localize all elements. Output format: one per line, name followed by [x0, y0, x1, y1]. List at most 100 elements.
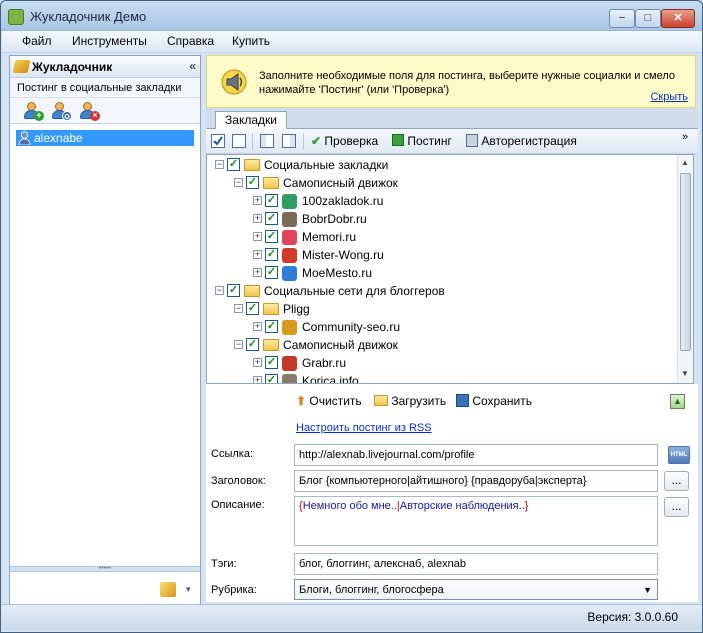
collapse-tree-icon[interactable] — [282, 134, 296, 148]
dropdown-arrow-icon[interactable]: ▾ — [186, 584, 191, 595]
tree-scrollbar[interactable]: ▲ ▼ — [677, 155, 693, 383]
description-more-button[interactable]: ... — [664, 497, 689, 517]
title-input[interactable]: Блог {компьютерного|айтишного} {правдору… — [294, 470, 658, 492]
save-button[interactable]: Сохранить — [456, 394, 532, 408]
save-button-label: Сохранить — [472, 394, 532, 408]
tree-expander[interactable]: + — [253, 214, 262, 223]
tree-expander[interactable]: + — [253, 232, 262, 241]
check-all-icon[interactable] — [211, 134, 225, 148]
maximize-button[interactable]: □ — [635, 9, 661, 28]
tree-checkbox[interactable]: ✓ — [265, 266, 278, 279]
tree-node-label: Memori.ru — [302, 230, 357, 244]
tree-expander[interactable]: − — [215, 286, 224, 295]
tree-node[interactable]: + ✓ Grabr.ru — [207, 354, 677, 372]
tree-node[interactable]: + ✓ BobrDobr.ru — [207, 210, 677, 228]
tree-expander[interactable]: − — [234, 340, 243, 349]
tags-label: Тэги: — [211, 558, 237, 570]
tags-input[interactable]: блог, блоггинг, алекснаб, alexnab — [294, 553, 658, 575]
tree-node[interactable]: − ✓ Социальные сети для блоггеров — [207, 282, 677, 300]
app-icon — [8, 9, 24, 25]
minimize-button[interactable]: − — [609, 9, 635, 28]
tree-node[interactable]: + ✓ Community-seo.ru — [207, 318, 677, 336]
left-panel: Жукладочник « Постинг в социальные закла… — [9, 55, 201, 607]
html-badge-button[interactable]: HTML — [668, 446, 690, 464]
tree-checkbox[interactable]: ✓ — [265, 356, 278, 369]
menu-buy[interactable]: Купить — [232, 34, 270, 48]
uncheck-all-icon[interactable] — [232, 134, 246, 148]
scroll-up-icon[interactable]: ▲ — [681, 158, 689, 167]
load-button[interactable]: Загрузить — [374, 394, 446, 408]
tree-expander[interactable]: + — [253, 196, 262, 205]
title-label: Заголовок: — [211, 475, 266, 487]
list-item[interactable]: alexnabe — [16, 130, 194, 146]
tree-node[interactable]: − ✓ Самописный движок — [207, 336, 677, 354]
tree-node[interactable]: − ✓ Социальные закладки — [207, 156, 677, 174]
tree-node[interactable]: + ✓ Memori.ru — [207, 228, 677, 246]
clear-button-label: Очистить — [309, 394, 362, 408]
add-user-icon[interactable]: + — [22, 102, 44, 121]
scroll-down-icon[interactable]: ▼ — [681, 369, 689, 378]
tree-expander[interactable]: + — [253, 358, 262, 367]
tree-checkbox[interactable]: ✓ — [265, 248, 278, 261]
clear-button[interactable]: ⬆ Очистить — [296, 394, 362, 408]
site-icon — [282, 248, 297, 263]
tree-checkbox[interactable]: ✓ — [246, 176, 259, 189]
tree-node[interactable]: + ✓ Mister-Wong.ru — [207, 246, 677, 264]
pencil-icon — [12, 60, 31, 73]
post-button[interactable]: Постинг — [392, 133, 452, 150]
tree-node[interactable]: − ✓ Pligg — [207, 300, 677, 318]
user-name: alexnabe — [34, 131, 83, 145]
tree-node[interactable]: + ✓ MoeMesto.ru — [207, 264, 677, 282]
collapse-panel-button[interactable]: « — [189, 59, 196, 73]
description-input[interactable]: {Немного обо мне..|Авторские наблюдения.… — [294, 496, 658, 546]
menu-file[interactable]: Файл — [22, 34, 52, 48]
site-icon — [282, 194, 297, 209]
registration-icon — [466, 134, 478, 147]
window-title: Жукладочник Демо — [30, 9, 147, 24]
tree-checkbox[interactable]: ✓ — [227, 158, 240, 171]
toolbar-overflow-button[interactable]: » — [682, 129, 688, 146]
tree-checkbox[interactable]: ✓ — [265, 320, 278, 333]
tree-checkbox[interactable]: ✓ — [265, 374, 278, 383]
app-window: Жукладочник Демо − □ ✕ Файл Инструменты … — [0, 0, 703, 633]
tree-checkbox[interactable]: ✓ — [246, 302, 259, 315]
find-user-icon[interactable]: o — [50, 102, 72, 121]
tree-node[interactable]: + ✓ 100zakladok.ru — [207, 192, 677, 210]
menu-help[interactable]: Справка — [167, 34, 214, 48]
tree-expander[interactable]: + — [253, 250, 262, 259]
pencil-icon[interactable] — [160, 582, 176, 597]
chevron-down-icon[interactable]: ▼ — [643, 580, 652, 599]
autoreg-button[interactable]: Авторегистрация — [466, 133, 577, 150]
tree-checkbox[interactable]: ✓ — [265, 212, 278, 225]
tree-expander[interactable]: − — [234, 304, 243, 313]
tree-checkbox[interactable]: ✓ — [227, 284, 240, 297]
tree-expander[interactable]: + — [253, 376, 262, 383]
close-button[interactable]: ✕ — [661, 9, 695, 28]
expand-tree-icon[interactable] — [260, 134, 274, 148]
scroll-thumb[interactable] — [680, 173, 691, 351]
desc-variant-1: Немного обо мне.. — [302, 500, 397, 512]
tree-expander[interactable]: − — [234, 178, 243, 187]
tab-bookmarks[interactable]: Закладки — [215, 111, 287, 130]
collapse-form-icon[interactable]: ▲ — [670, 394, 685, 409]
left-panel-footer: ▾ — [10, 572, 200, 606]
folder-icon — [244, 285, 260, 297]
left-panel-title: Жукладочник — [32, 60, 113, 74]
left-panel-subtitle: Постинг в социальные закладки — [10, 78, 200, 98]
title-more-button[interactable]: ... — [664, 471, 689, 491]
tree-checkbox[interactable]: ✓ — [265, 230, 278, 243]
tree-expander[interactable]: − — [215, 160, 224, 169]
tree-node[interactable]: + ✓ Korica.info — [207, 372, 677, 383]
check-button[interactable]: ✔ Проверка — [311, 133, 378, 150]
link-input[interactable]: http://alexnab.livejournal.com/profile — [294, 444, 658, 466]
delete-user-icon[interactable]: × — [78, 102, 100, 121]
menu-tools[interactable]: Инструменты — [72, 34, 147, 48]
tree-checkbox[interactable]: ✓ — [246, 338, 259, 351]
configure-rss-link[interactable]: Настроить постинг из RSS — [296, 422, 432, 434]
rubric-select[interactable]: Блоги, блоггинг, блогосфера ▼ — [294, 579, 658, 600]
hide-link[interactable]: Скрыть — [650, 91, 688, 103]
tree-checkbox[interactable]: ✓ — [265, 194, 278, 207]
tree-node[interactable]: − ✓ Самописный движок — [207, 174, 677, 192]
tree-expander[interactable]: + — [253, 268, 262, 277]
tree-expander[interactable]: + — [253, 322, 262, 331]
